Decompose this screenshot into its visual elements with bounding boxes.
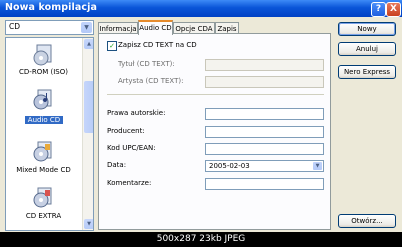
scroll-thumb[interactable] bbox=[84, 81, 93, 133]
mixed-mode-cd-icon bbox=[33, 141, 52, 162]
image-caption: 500x287 23kb JPEG bbox=[156, 234, 246, 244]
open-button[interactable]: Otwórz... bbox=[338, 214, 396, 228]
media-type-select[interactable]: CD ▼ bbox=[5, 20, 94, 35]
list-item-label: CD-ROM (ISO) bbox=[19, 68, 68, 76]
help-button[interactable]: ? bbox=[371, 2, 386, 17]
comment-label: Komentarze: bbox=[107, 179, 152, 187]
window-title: Nowa kompilacja bbox=[5, 2, 97, 13]
cd-rom-iso-icon bbox=[33, 44, 52, 66]
title-label: Tytuł (CD TEXT): bbox=[118, 60, 175, 68]
title-bar[interactable]: Nowa kompilacja ? X bbox=[0, 0, 402, 17]
list-scrollbar[interactable]: ▲ ▼ bbox=[82, 38, 93, 230]
chevron-down-icon[interactable]: ▼ bbox=[313, 162, 322, 170]
cancel-button[interactable]: Anuluj bbox=[338, 42, 396, 56]
scroll-up-icon[interactable]: ▲ bbox=[84, 39, 93, 49]
cd-text-checkbox-label[interactable]: Zapisz CD TEXT na CD bbox=[118, 41, 197, 49]
image-caption-bar: 500x287 23kb JPEG bbox=[0, 232, 402, 247]
audio-cd-panel: ✓ Zapisz CD TEXT na CD Tytuł (CD TEXT): … bbox=[98, 33, 331, 230]
comment-field[interactable] bbox=[205, 178, 324, 190]
audio-cd-icon bbox=[33, 89, 52, 110]
artist-field[interactable] bbox=[205, 76, 324, 88]
media-type-value: CD bbox=[9, 22, 21, 31]
new-button[interactable]: Nowy bbox=[338, 22, 396, 36]
date-value: 2005-02-03 bbox=[209, 162, 250, 170]
list-item-label: Audio CD bbox=[25, 116, 63, 124]
date-picker[interactable]: 2005-02-03 ▼ bbox=[205, 160, 324, 172]
cd-extra-icon bbox=[33, 187, 52, 208]
copyright-field[interactable] bbox=[205, 108, 324, 120]
list-item-label: Mixed Mode CD bbox=[16, 166, 71, 174]
date-label: Data: bbox=[107, 161, 127, 169]
section-divider bbox=[107, 94, 324, 95]
new-compilation-dialog: Nowa kompilacja ? X CD ▼ CD-ROM (ISO) Au… bbox=[0, 0, 402, 232]
cd-text-checkbox[interactable]: ✓ bbox=[107, 41, 117, 51]
nero-express-button[interactable]: Nero Express bbox=[338, 65, 396, 79]
tab-audio-cd[interactable]: Audio CD bbox=[138, 20, 173, 35]
chevron-down-icon[interactable]: ▼ bbox=[81, 22, 92, 33]
compilation-type-list[interactable]: CD-ROM (ISO) Audio CD Mixed Mode CD CD E… bbox=[5, 37, 94, 231]
copyright-label: Prawa autorskie: bbox=[107, 109, 166, 117]
producer-label: Producent: bbox=[107, 127, 145, 135]
close-button[interactable]: X bbox=[386, 2, 401, 17]
producer-field[interactable] bbox=[205, 126, 324, 138]
upc-field[interactable] bbox=[205, 143, 324, 155]
list-item-label: CD EXTRA bbox=[25, 212, 62, 220]
upc-label: Kod UPC/EAN: bbox=[107, 144, 156, 152]
scroll-down-icon[interactable]: ▼ bbox=[84, 219, 93, 229]
title-field[interactable] bbox=[205, 59, 324, 71]
artist-label: Artysta (CD TEXT): bbox=[118, 77, 184, 85]
